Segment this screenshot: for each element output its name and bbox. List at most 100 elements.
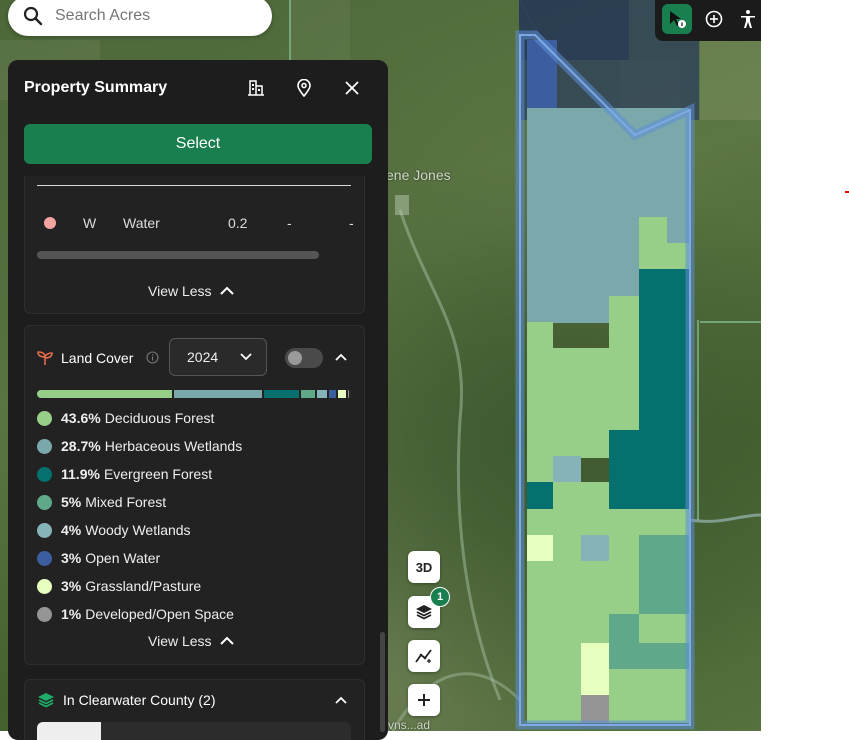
owner-label: ene Jones	[386, 167, 451, 183]
soil-color-dot	[44, 217, 56, 229]
analytics-button[interactable]	[408, 640, 440, 672]
county-thumbnail	[37, 722, 101, 740]
chevron-up-icon[interactable]	[335, 696, 347, 704]
panel-scrollbar[interactable]	[380, 632, 385, 732]
legend-color-dot	[37, 438, 52, 454]
land-cover-legend-item: 3% Open Water	[37, 548, 160, 568]
land-cover-legend-item: 1% Developed/Open Space	[37, 604, 234, 624]
land-cover-legend-item: 43.6% Deciduous Forest	[37, 408, 214, 428]
land-cover-bar-segment	[316, 390, 330, 398]
legend-percent: 43.6%	[61, 410, 101, 426]
toggle-knob	[288, 351, 302, 365]
legend-percent: 3%	[61, 578, 82, 594]
red-mark	[845, 191, 849, 193]
land-cover-bar-segment	[338, 390, 348, 398]
legend-color-dot	[37, 466, 52, 482]
close-panel-button[interactable]	[341, 77, 363, 99]
soil-col5: -	[349, 215, 354, 231]
search-icon	[23, 6, 43, 26]
legend-label: Mixed Forest	[85, 494, 167, 510]
land-cover-bar-segment	[347, 390, 351, 398]
legend-label: Developed/Open Space	[85, 606, 234, 622]
property-summary-panel: Property Summary Select W Water 0.2 - -	[8, 60, 388, 740]
accessibility-button[interactable]	[735, 4, 761, 34]
land-cover-title: Land Cover	[61, 350, 134, 366]
chevron-up-icon	[219, 636, 234, 645]
legend-color-dot	[37, 578, 52, 594]
locate-button[interactable]	[293, 77, 315, 99]
info-icon[interactable]	[146, 351, 159, 364]
land-cover-toggle[interactable]	[285, 348, 323, 368]
land-cover-view-less-button[interactable]: View Less	[148, 633, 234, 649]
legend-label: Woody Wetlands	[85, 522, 191, 538]
layers-stack-icon	[416, 605, 432, 620]
legend-percent: 4%	[61, 522, 82, 538]
road-label: vns...ad	[388, 718, 431, 731]
legend-percent: 3%	[61, 550, 82, 566]
legend-label: Evergreen Forest	[103, 466, 213, 482]
year-select[interactable]: 2024	[169, 338, 267, 376]
plus-circle-icon	[705, 10, 723, 28]
land-cover-bar-segment	[300, 390, 317, 398]
land-cover-legend-item: 4% Woody Wetlands	[37, 520, 191, 540]
land-cover-bar-segment	[173, 390, 264, 398]
year-value: 2024	[187, 349, 219, 365]
legend-percent: 11.9%	[61, 466, 100, 482]
legend-label: Grassland/Pasture	[85, 578, 202, 594]
search-bar[interactable]	[8, 0, 272, 36]
plus-icon	[418, 694, 430, 706]
legend-label: Deciduous Forest	[104, 410, 215, 426]
legend-percent: 28.7%	[61, 438, 101, 454]
divider	[37, 185, 351, 186]
legend-percent: 5%	[61, 494, 82, 510]
land-cover-bar-segment	[37, 390, 174, 398]
zoom-in-tool-button[interactable]	[699, 4, 729, 34]
layers-icon	[38, 693, 54, 708]
land-cover-card: Land Cover 2024 43.6% Deciduous Forest 28.…	[24, 325, 365, 665]
soil-name: Water	[123, 215, 160, 231]
layers-count-badge: 1	[430, 587, 450, 607]
soils-card: W Water 0.2 - - View Less	[24, 176, 365, 314]
legend-color-dot	[37, 606, 52, 622]
panel-title: Property Summary	[24, 79, 168, 96]
horizontal-scrollbar[interactable]	[37, 251, 319, 259]
chevron-up-icon	[219, 286, 234, 295]
building-button[interactable]	[245, 77, 267, 99]
land-cover-stacked-bar	[37, 390, 351, 398]
sprout-icon	[37, 351, 53, 365]
land-cover-grid	[527, 40, 689, 723]
land-cover-legend-item: 5% Mixed Forest	[37, 492, 166, 512]
trend-chart-icon	[415, 649, 432, 663]
view-less-label: View Less	[148, 633, 212, 649]
legend-label: Open Water	[85, 550, 161, 566]
identify-tool-button[interactable]	[662, 4, 692, 34]
land-cover-bar-segment	[263, 390, 301, 398]
map-pin-icon	[297, 79, 311, 97]
chevron-down-icon	[240, 353, 252, 361]
legend-label: Herbaceous Wetlands	[104, 438, 243, 454]
legend-color-dot	[37, 494, 52, 510]
soils-view-less-button[interactable]: View Less	[148, 283, 234, 299]
legend-percent: 1%	[61, 606, 82, 622]
legend-color-dot	[37, 522, 52, 538]
land-cover-legend-item: 11.9% Evergreen Forest	[37, 464, 212, 484]
county-thumbnail-strip	[37, 722, 351, 740]
land-cover-legend-item: 3% Grassland/Pasture	[37, 576, 201, 596]
search-input[interactable]	[53, 6, 257, 26]
land-cover-bar-segment	[329, 390, 339, 398]
map-toolbar	[655, 0, 761, 41]
soil-symbol: W	[83, 215, 97, 231]
zoom-in-button[interactable]	[408, 684, 440, 716]
collapse-chevron-up-icon[interactable]	[335, 353, 347, 361]
cursor-info-icon	[670, 11, 686, 28]
view-less-label: View Less	[148, 283, 212, 299]
soil-col4: -	[287, 215, 292, 231]
soil-acres: 0.2	[228, 215, 248, 231]
building-icon	[248, 80, 264, 96]
close-icon	[345, 81, 359, 95]
3d-toggle-button[interactable]: 3D	[408, 551, 440, 583]
panel-scroll-area[interactable]: W Water 0.2 - - View Less Land Cover 202…	[8, 176, 388, 740]
accessibility-icon	[741, 10, 755, 28]
land-cover-legend-item: 28.7% Herbaceous Wetlands	[37, 436, 242, 456]
select-button[interactable]: Select	[24, 124, 372, 164]
